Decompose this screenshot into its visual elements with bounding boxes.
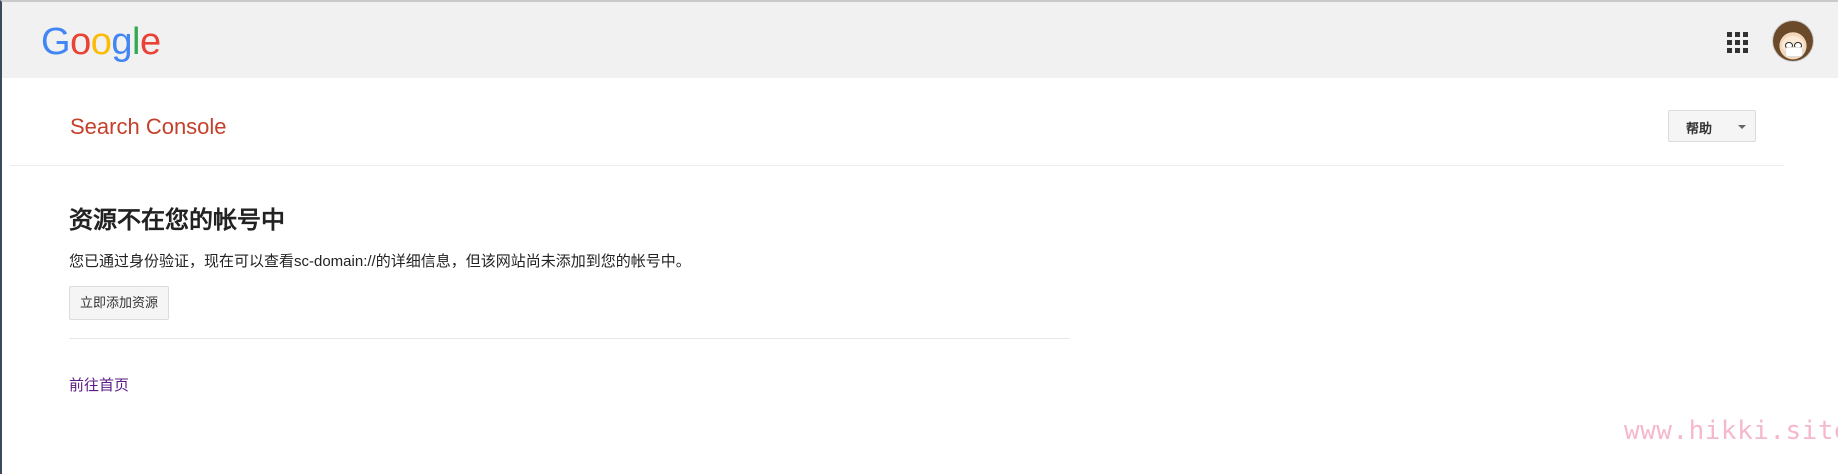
avatar-mask	[1785, 47, 1803, 57]
google-bar: Google	[2, 2, 1838, 78]
page-title: 资源不在您的帐号中	[69, 207, 285, 234]
logo-letter-g: G	[41, 21, 71, 63]
logo-letter-o1: o	[70, 21, 91, 63]
go-home-link[interactable]: 前往首页	[69, 374, 129, 395]
logo-letter-o2: o	[90, 21, 112, 63]
page: Google Search Console 帮助 资源不在您的帐号中 您已通过身…	[0, 0, 1838, 474]
site-watermark: www.hikki.site	[1624, 416, 1838, 446]
logo-letter-g2: g	[111, 21, 132, 63]
info-message: 您已通过身份验证，现在可以查看sc-domain://的详细信息，但该网站尚未添…	[69, 253, 691, 270]
add-property-button[interactable]: 立即添加资源	[69, 286, 170, 320]
header-divider	[10, 165, 1784, 166]
help-button-label: 帮助	[1686, 121, 1713, 136]
search-console-title[interactable]: Search Console	[70, 114, 227, 140]
google-logo[interactable]: Google	[41, 20, 161, 64]
logo-letter-l: l	[131, 21, 140, 63]
content-divider	[69, 338, 1069, 339]
chevron-down-icon	[1738, 125, 1746, 129]
help-button[interactable]: 帮助	[1668, 110, 1756, 142]
logo-letter-e: e	[139, 21, 161, 63]
avatar[interactable]	[1773, 21, 1813, 61]
apps-grid-icon[interactable]	[1727, 32, 1749, 54]
